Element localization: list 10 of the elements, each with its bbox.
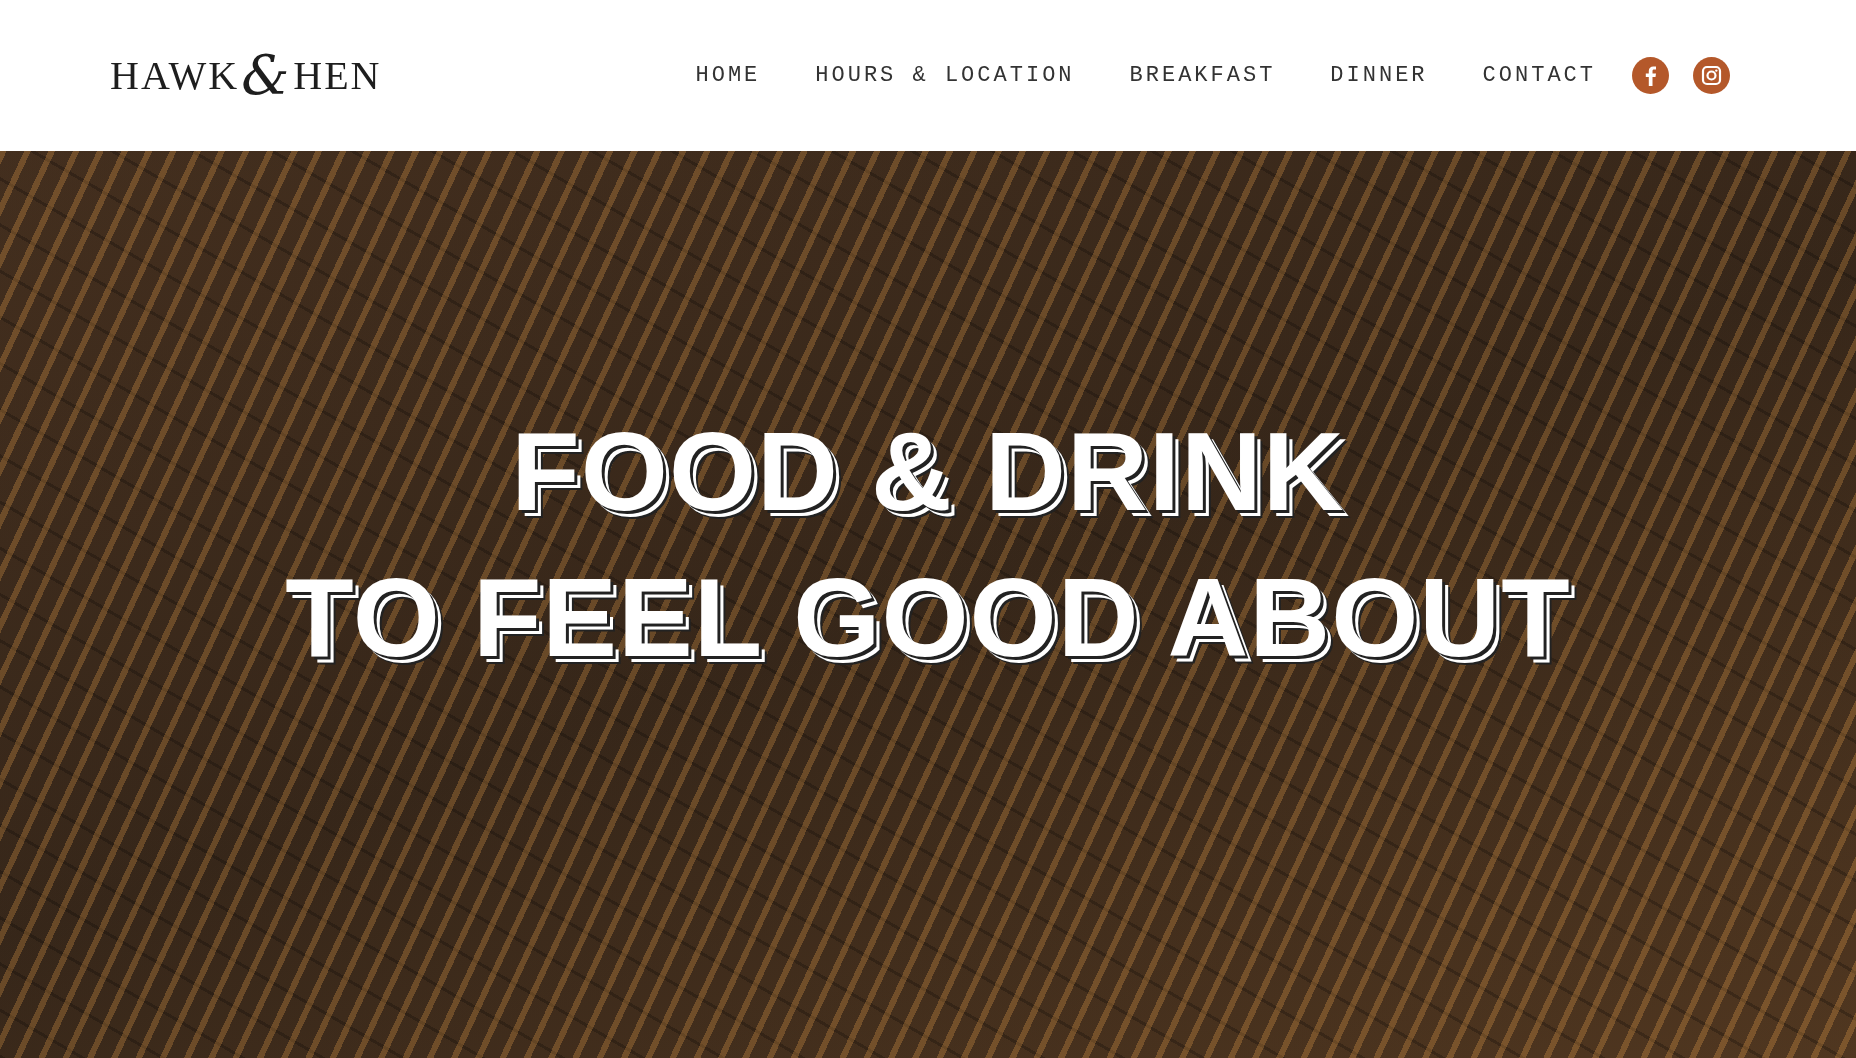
logo[interactable]: HAWK&HEN <box>110 44 382 107</box>
headline: TO FEEL GOOD ABOUT <box>285 553 1571 682</box>
nav-link[interactable]: HOME <box>695 63 761 88</box>
nav-link[interactable]: HOURS & LOCATION <box>815 63 1075 88</box>
headline: FOOD & DRINK <box>511 407 1345 536</box>
letter-f-icon[interactable] <box>1632 57 1669 94</box>
nav-link[interactable]: CONTACT <box>1482 63 1596 88</box>
nav-link[interactable]: BREAKFAST <box>1129 63 1276 88</box>
nav-link[interactable]: DINNER <box>1330 63 1428 88</box>
camera-icon[interactable] <box>1693 57 1730 94</box>
